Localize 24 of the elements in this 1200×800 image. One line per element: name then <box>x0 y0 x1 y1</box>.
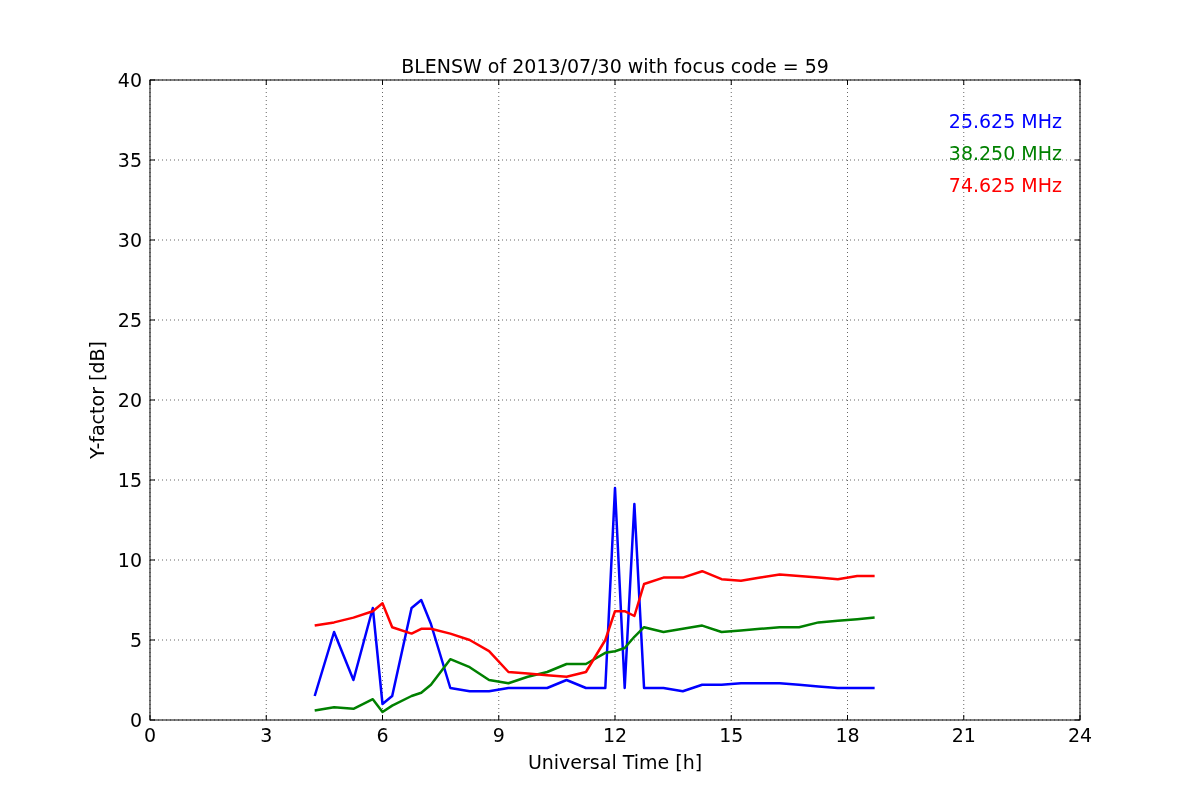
x-tick-label: 0 <box>143 724 157 746</box>
legend-label: 38.250 MHz <box>948 142 1062 164</box>
x-tick-label: 6 <box>376 724 389 746</box>
chart-title: BLENSW of 2013/07/30 with focus code = 59 <box>401 55 829 77</box>
y-tick-label: 15 <box>117 469 142 491</box>
y-tick-label: 0 <box>129 709 142 731</box>
legend-label: 74.625 MHz <box>948 174 1062 196</box>
x-tick-label: 12 <box>602 724 628 746</box>
x-tick-label: 3 <box>260 724 273 746</box>
x-tick-label: 21 <box>951 724 976 746</box>
x-axis-label: Universal Time [h] <box>527 751 703 773</box>
y-tick-label: 40 <box>117 69 142 91</box>
y-tick-label: 30 <box>117 229 142 251</box>
y-tick-label: 5 <box>129 629 142 651</box>
y-tick-label: 10 <box>117 549 142 571</box>
x-tick-label: 24 <box>1067 724 1093 746</box>
y-tick-label: 20 <box>117 389 142 411</box>
x-tick-label: 18 <box>835 724 860 746</box>
x-tick-label: 15 <box>719 724 744 746</box>
y-tick-label: 35 <box>117 149 142 171</box>
y-axis-label: Y-factor [dB] <box>86 341 108 459</box>
x-tick-label: 9 <box>492 724 505 746</box>
legend-label: 25.625 MHz <box>948 110 1062 132</box>
y-tick-label: 25 <box>117 309 142 331</box>
